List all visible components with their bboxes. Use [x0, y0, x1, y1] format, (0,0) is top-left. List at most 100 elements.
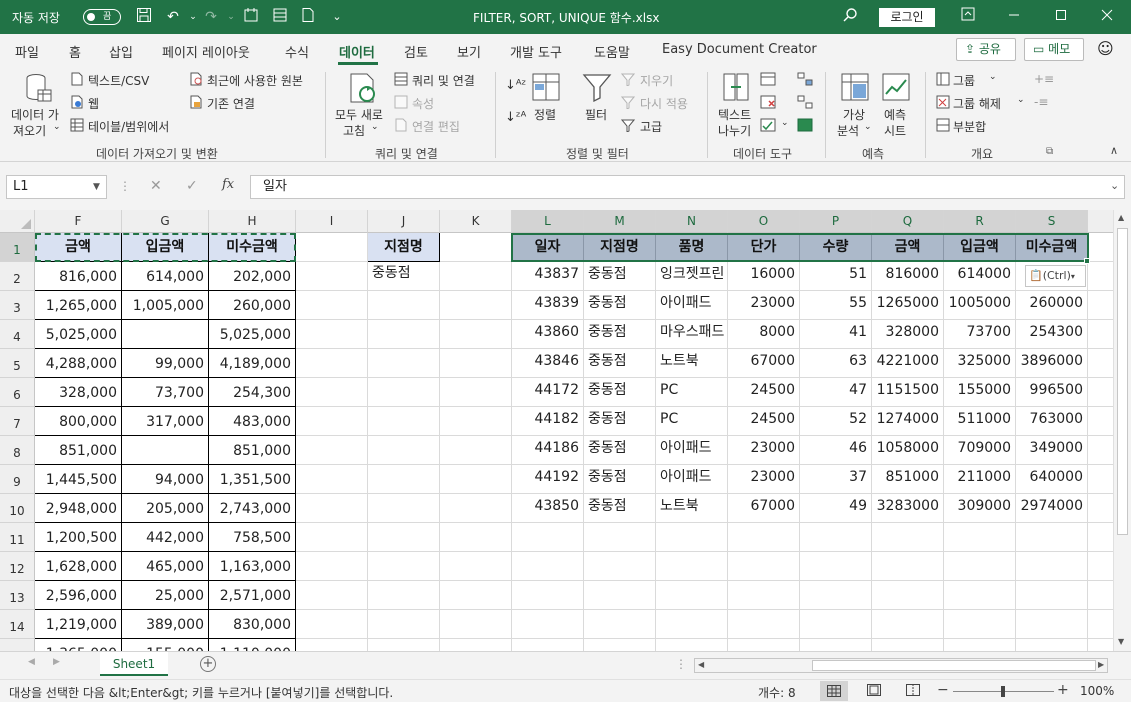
column-header-m[interactable]: M — [584, 210, 656, 233]
result-cell[interactable]: 중동점 — [584, 407, 656, 436]
result-cell[interactable]: 1058000 — [872, 436, 944, 465]
edit-links-button[interactable]: 연결 편집 — [412, 118, 460, 135]
empty-cell[interactable] — [1088, 291, 1113, 320]
tab-help[interactable]: 도움말 — [594, 42, 630, 61]
table-cell[interactable]: 205,000 — [122, 494, 209, 523]
next-sheet-icon[interactable]: ▶ — [53, 657, 60, 667]
undo-icon[interactable]: ↶ — [163, 7, 183, 27]
empty-cell[interactable] — [512, 610, 584, 639]
sort-button[interactable]: 정렬 — [534, 106, 556, 123]
result-header-cell[interactable]: 미수금액 — [1016, 233, 1088, 262]
insert-function-icon[interactable]: fx — [222, 177, 234, 192]
empty-cell[interactable] — [656, 610, 728, 639]
empty-cell[interactable] — [296, 639, 368, 651]
empty-cell[interactable] — [368, 465, 440, 494]
refresh-all-label-1[interactable]: 모두 새로 — [335, 106, 383, 123]
column-header-i[interactable]: I — [296, 210, 368, 233]
column-header-o[interactable]: O — [728, 210, 800, 233]
sort-ascending-icon[interactable]: ↓ᴬᶻ — [505, 78, 526, 93]
save-icon[interactable] — [134, 7, 154, 27]
empty-cell[interactable] — [440, 349, 512, 378]
empty-cell[interactable] — [440, 552, 512, 581]
table-cell[interactable]: 1,219,000 — [35, 610, 122, 639]
result-header-cell[interactable]: 품명 — [656, 233, 728, 262]
empty-cell[interactable] — [296, 436, 368, 465]
empty-cell[interactable] — [368, 378, 440, 407]
result-header-cell[interactable]: 지점명 — [584, 233, 656, 262]
relationships-icon[interactable] — [797, 95, 813, 112]
empty-cell[interactable] — [1016, 523, 1088, 552]
table-cell[interactable]: 758,500 — [209, 523, 296, 552]
document-icon[interactable] — [298, 7, 318, 27]
vertical-scroll-thumb[interactable] — [1117, 228, 1128, 535]
paste-options-button[interactable]: 📋(Ctrl)▾ — [1025, 265, 1086, 287]
result-header-cell[interactable]: 금액 — [872, 233, 944, 262]
result-cell[interactable]: 43850 — [512, 494, 584, 523]
empty-cell[interactable] — [656, 581, 728, 610]
get-data-label-2[interactable]: 져오기 — [13, 122, 46, 139]
table-cell[interactable]: 1,265,000 — [35, 291, 122, 320]
row-header-7[interactable]: 7 — [0, 407, 35, 436]
share-button[interactable]: ⇪ 공유 — [956, 38, 1016, 61]
empty-cell[interactable] — [800, 552, 872, 581]
result-cell[interactable]: PC — [656, 407, 728, 436]
result-cell[interactable]: 아이패드 — [656, 465, 728, 494]
row-header-1[interactable]: 1 — [0, 233, 35, 262]
empty-cell[interactable] — [1088, 552, 1113, 581]
what-if-analysis-icon[interactable] — [840, 72, 870, 105]
tab-data[interactable]: 데이터 — [339, 42, 375, 61]
empty-cell[interactable] — [368, 581, 440, 610]
table-cell[interactable]: 851,000 — [209, 436, 296, 465]
result-cell[interactable]: 중동점 — [584, 291, 656, 320]
result-cell[interactable]: 73700 — [944, 320, 1016, 349]
minimize-icon[interactable] — [1004, 7, 1024, 27]
table-cell[interactable]: 1,110,000 — [209, 639, 296, 651]
table-cell[interactable]: 260,000 — [209, 291, 296, 320]
empty-cell[interactable] — [800, 610, 872, 639]
ungroup-button[interactable]: 그룹 해제 — [953, 95, 1001, 112]
table-cell[interactable]: 800,000 — [35, 407, 122, 436]
redo-dropdown-icon[interactable]: ⌄ — [221, 7, 241, 27]
filter-icon[interactable] — [582, 72, 612, 105]
result-cell[interactable]: 309000 — [944, 494, 1016, 523]
empty-cell[interactable] — [1088, 639, 1113, 651]
scroll-left-icon[interactable]: ◀ — [698, 660, 704, 669]
table-cell[interactable]: 202,000 — [209, 262, 296, 291]
result-cell[interactable]: 614000 — [944, 262, 1016, 291]
column-header-j[interactable]: J — [368, 210, 440, 233]
result-cell[interactable]: 중동점 — [584, 262, 656, 291]
empty-cell[interactable] — [296, 552, 368, 581]
result-cell[interactable]: 155000 — [944, 378, 1016, 407]
empty-cell[interactable] — [1088, 320, 1113, 349]
result-cell[interactable]: 중동점 — [584, 378, 656, 407]
empty-cell[interactable] — [296, 610, 368, 639]
prev-sheet-icon[interactable]: ◀ — [28, 657, 35, 667]
show-detail-icon[interactable]: +≡ — [1034, 72, 1054, 86]
queries-connections-button[interactable]: 쿼리 및 연결 — [412, 72, 475, 89]
empty-cell[interactable] — [296, 378, 368, 407]
row-header-5[interactable]: 5 — [0, 349, 35, 378]
close-icon[interactable] — [1097, 7, 1117, 27]
empty-cell[interactable] — [872, 523, 944, 552]
result-cell[interactable]: 511000 — [944, 407, 1016, 436]
empty-cell[interactable] — [440, 581, 512, 610]
result-cell[interactable]: 49 — [800, 494, 872, 523]
result-cell[interactable]: 23000 — [728, 291, 800, 320]
maximize-icon[interactable] — [1051, 7, 1071, 27]
empty-cell[interactable] — [1088, 523, 1113, 552]
empty-cell[interactable] — [296, 291, 368, 320]
data-validation-icon[interactable] — [760, 118, 776, 135]
get-data-dropdown-icon[interactable]: ⌄ — [53, 122, 61, 132]
row-header-3[interactable]: 3 — [0, 291, 35, 320]
row-header-13[interactable]: 13 — [0, 581, 35, 610]
result-cell[interactable]: 52 — [800, 407, 872, 436]
row-header-9[interactable]: 9 — [0, 465, 35, 494]
table-cell[interactable]: 1,628,000 — [35, 552, 122, 581]
empty-cell[interactable] — [1088, 407, 1113, 436]
empty-cell[interactable] — [368, 436, 440, 465]
empty-cell[interactable] — [584, 523, 656, 552]
dialog-launcher-icon[interactable]: ⧉ — [1046, 146, 1053, 157]
result-cell[interactable]: 763000 — [1016, 407, 1088, 436]
scroll-down-icon[interactable]: ▼ — [1118, 637, 1124, 646]
column-header-q[interactable]: Q — [872, 210, 944, 233]
